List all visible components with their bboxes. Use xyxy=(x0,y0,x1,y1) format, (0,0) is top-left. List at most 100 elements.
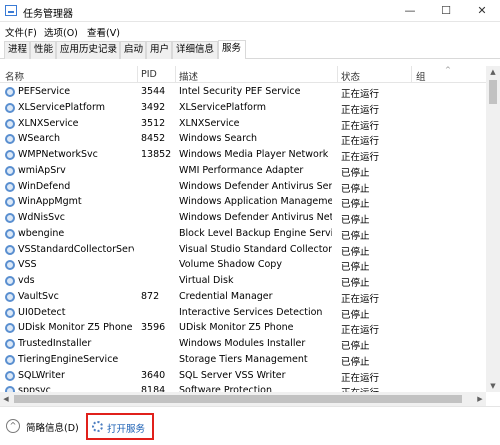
service-gear-icon xyxy=(5,307,15,318)
tab-app-history[interactable]: 应用历史记录 xyxy=(56,41,120,59)
window-title: 任务管理器 xyxy=(23,9,73,20)
service-description: Interactive Services Detection xyxy=(179,306,323,318)
service-gear-icon xyxy=(5,87,15,97)
service-pid: 3640 xyxy=(141,369,166,381)
table-row[interactable]: WdNisSvc Windows Defender Antivirus Net..… xyxy=(0,210,486,226)
sort-up-icon: ^ xyxy=(445,66,451,74)
services-list: PEFService 3544 Intel Security PEF Service… xyxy=(0,84,486,392)
menu-file[interactable]: 文件(F) xyxy=(5,25,37,39)
service-status: 已停止 xyxy=(341,167,370,179)
scroll-left-icon[interactable]: ◀ xyxy=(0,392,12,406)
vertical-scroll-thumb[interactable] xyxy=(489,80,497,104)
column-group[interactable]: 组 xyxy=(416,69,426,83)
service-description: Block Level Backup Engine Service xyxy=(179,227,332,239)
tab-processes[interactable]: 进程 xyxy=(4,41,30,59)
service-description: Windows Modules Installer xyxy=(179,338,306,349)
fewer-details-button[interactable]: 简略信息(D) xyxy=(26,420,79,434)
tab-performance[interactable]: 性能 xyxy=(30,41,56,59)
service-name: wbengine xyxy=(18,227,65,239)
table-row[interactable]: TieringEngineService Storage Tiers Manage… xyxy=(0,352,486,368)
service-name: WdNisSvc xyxy=(18,212,65,223)
service-pid: 8452 xyxy=(141,133,166,145)
open-services-link[interactable]: 打开服务 xyxy=(86,413,154,440)
table-row[interactable]: wmiApSrv WMI Performance Adapter 已停止 xyxy=(0,163,486,179)
service-description: Windows Application Manageme... xyxy=(179,196,332,208)
table-row[interactable]: sppsvc 8184 Software Protection 正在运行 xyxy=(0,383,486,392)
chevron-up-icon[interactable]: ^ xyxy=(6,419,20,433)
service-gear-icon xyxy=(5,181,15,192)
table-row[interactable]: TrustedInstaller Windows Modules Installe… xyxy=(0,336,486,352)
table-row[interactable]: WinAppMgmt Windows Application Manageme..… xyxy=(0,194,486,210)
column-divider[interactable] xyxy=(411,66,412,82)
service-status: 正在运行 xyxy=(341,136,380,148)
scroll-right-icon[interactable]: ▶ xyxy=(474,392,486,406)
menu-bar: 文件(F) 选项(O) 查看(V) xyxy=(0,22,500,39)
service-status: 已停止 xyxy=(341,215,370,226)
tab-services[interactable]: 服务 xyxy=(218,40,246,59)
service-name: UI0Detect xyxy=(18,306,66,318)
service-description: Windows Search xyxy=(179,133,258,145)
table-row[interactable]: UDisk Monitor Z5 Phone 3596 UDisk Monitor … xyxy=(0,320,486,336)
service-name: sppsvc xyxy=(18,385,51,392)
service-gear-icon xyxy=(5,260,15,271)
service-description: Volume Shadow Copy xyxy=(179,259,282,271)
column-pid[interactable]: PID xyxy=(141,69,157,80)
footer-bar: ^ 简略信息(D) 打开服务 xyxy=(0,406,500,445)
service-status: 已停止 xyxy=(341,183,370,195)
service-name: WSearch xyxy=(18,133,61,145)
column-description[interactable]: 描述 xyxy=(179,69,198,83)
service-description: Intel Security PEF Service xyxy=(179,86,301,97)
table-row[interactable]: WSearch 8452 Windows Search 正在运行 xyxy=(0,131,486,147)
service-pid: 13852 xyxy=(141,149,172,160)
service-status: 已停止 xyxy=(341,199,370,211)
scroll-down-icon[interactable]: ▼ xyxy=(486,380,500,392)
tab-details[interactable]: 详细信息 xyxy=(172,41,218,59)
menu-options[interactable]: 选项(O) xyxy=(44,25,78,39)
table-row[interactable]: WinDefend Windows Defender Antivirus Serv… xyxy=(0,179,486,195)
scroll-up-icon[interactable]: ▲ xyxy=(486,66,500,78)
table-row[interactable]: VSS Volume Shadow Copy 已停止 xyxy=(0,257,486,273)
table-row[interactable]: WMPNetworkSvc 13852 Windows Media Player N… xyxy=(0,147,486,163)
tab-startup[interactable]: 启动 xyxy=(120,41,146,59)
table-row[interactable]: VaultSvc 872 Credential Manager 正在运行 xyxy=(0,289,486,305)
service-description: SQL Server VSS Writer xyxy=(179,369,286,381)
column-divider[interactable] xyxy=(137,66,138,82)
service-description: Software Protection xyxy=(179,385,272,392)
service-name: WinAppMgmt xyxy=(18,196,82,208)
column-header: 名称 PID 描述 状态 ^ 组 xyxy=(0,66,486,83)
column-name[interactable]: 名称 xyxy=(5,69,24,83)
column-divider[interactable] xyxy=(175,66,176,82)
service-pid: 3596 xyxy=(141,322,166,334)
minimize-button[interactable]: — xyxy=(392,0,428,22)
service-name: XLNXService xyxy=(18,117,79,129)
table-row[interactable]: vds Virtual Disk 已停止 xyxy=(0,273,486,289)
service-gear-icon xyxy=(5,134,15,145)
menu-view[interactable]: 查看(V) xyxy=(87,25,120,39)
service-gear-icon xyxy=(5,197,15,208)
table-row[interactable]: UI0Detect Interactive Services Detection 已… xyxy=(0,305,486,321)
close-button[interactable]: ✕ xyxy=(464,0,500,22)
service-description: Windows Defender Antivirus Net... xyxy=(179,212,332,223)
maximize-button[interactable]: ☐ xyxy=(428,0,464,22)
table-row[interactable]: VSStandardCollectorServ... Visual Studio … xyxy=(0,242,486,258)
service-status: 已停止 xyxy=(341,230,370,242)
table-row[interactable]: PEFService 3544 Intel Security PEF Service… xyxy=(0,84,486,100)
vertical-scrollbar[interactable]: ▲ ▼ xyxy=(486,66,500,392)
service-status: 正在运行 xyxy=(341,152,380,163)
horizontal-scroll-thumb[interactable] xyxy=(14,395,462,403)
table-row[interactable]: XLServicePlatform 3492 XLServicePlatform 正在… xyxy=(0,100,486,116)
table-row[interactable]: SQLWriter 3640 SQL Server VSS Writer 正在运行 xyxy=(0,368,486,384)
service-status: 正在运行 xyxy=(341,325,380,337)
task-manager-icon xyxy=(5,5,17,16)
service-gear-icon xyxy=(5,228,15,239)
service-pid: 8184 xyxy=(141,385,166,392)
tab-users[interactable]: 用户 xyxy=(146,41,172,59)
service-description: Windows Defender Antivirus Serv... xyxy=(179,180,332,192)
table-row[interactable]: XLNXService 3512 XLNXService 正在运行 xyxy=(0,116,486,132)
table-row[interactable]: wbengine Block Level Backup Engine Servic… xyxy=(0,226,486,242)
column-divider[interactable] xyxy=(337,66,338,82)
column-status[interactable]: 状态 xyxy=(341,69,360,83)
service-description: Credential Manager xyxy=(179,290,273,302)
service-gear-icon xyxy=(5,165,15,176)
horizontal-scrollbar[interactable]: ◀ ▶ xyxy=(0,392,486,406)
